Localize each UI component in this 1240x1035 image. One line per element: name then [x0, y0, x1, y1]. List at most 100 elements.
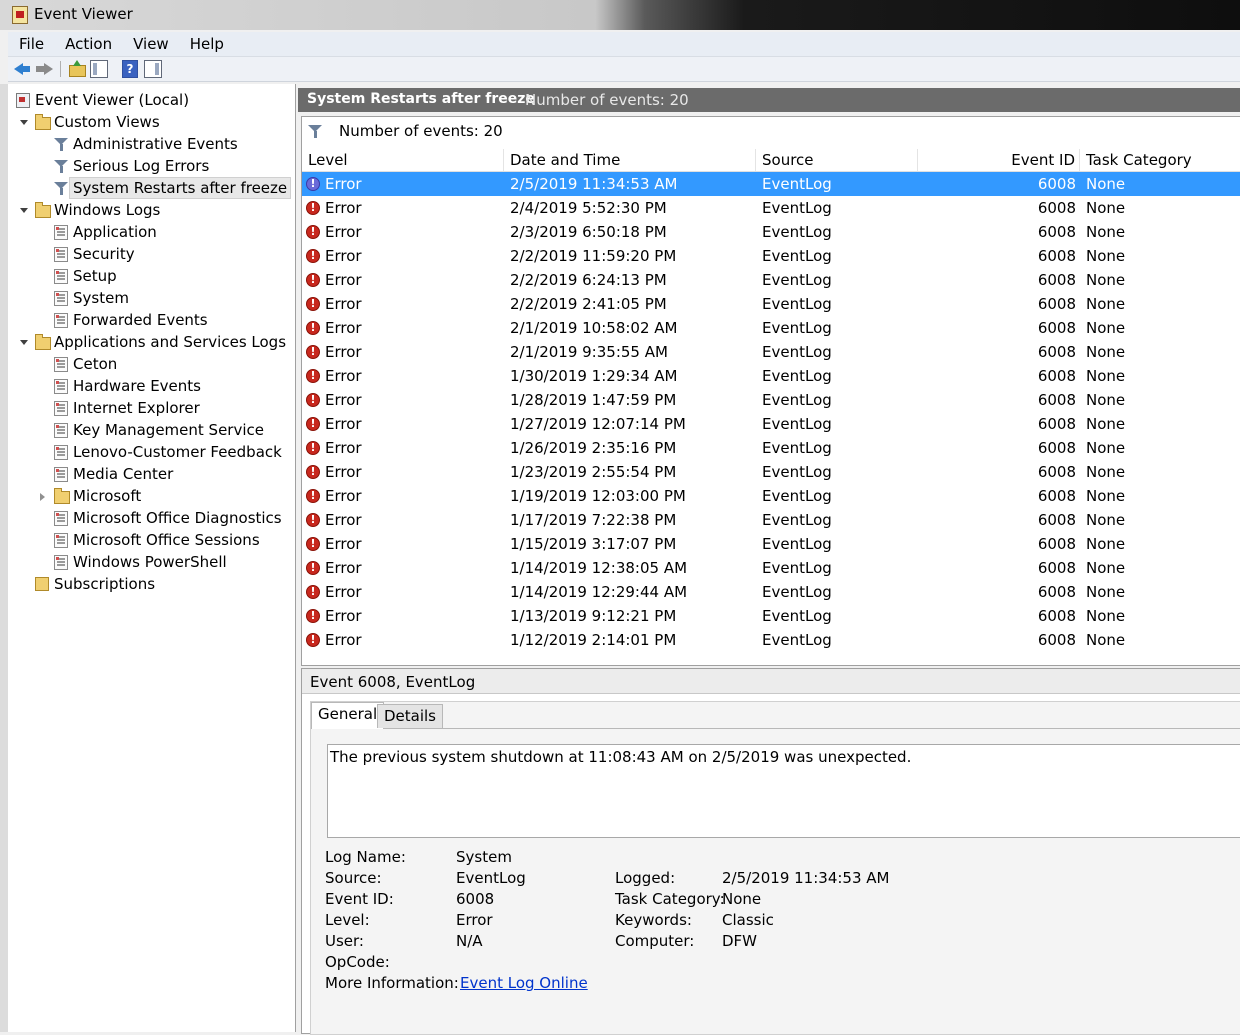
column-source[interactable]: Source	[756, 149, 918, 171]
log-icon	[54, 291, 68, 306]
expand-open-icon[interactable]	[20, 120, 28, 125]
table-row[interactable]: ! Error 2/5/2019 11:34:53 AM EventLog 6008 No…	[302, 172, 1240, 196]
cell-source: EventLog	[762, 583, 832, 601]
table-row[interactable]: ! Error 2/2/2019 11:59:20 PM EventLog 6008 No…	[302, 244, 1240, 268]
cell-level: Error	[325, 247, 362, 265]
cell-source: EventLog	[762, 559, 832, 577]
table-row[interactable]: ! Error 2/2/2019 2:41:05 PM EventLog 6008 Non…	[302, 292, 1240, 316]
error-icon: !	[306, 393, 320, 407]
show-hide-console-tree-icon[interactable]	[90, 60, 108, 78]
tab-general[interactable]: General	[311, 702, 385, 729]
value-logged[interactable]: 2/5/2019 11:34:53 AM	[722, 869, 889, 887]
value-log-name[interactable]: System	[456, 848, 512, 866]
cell-source: EventLog	[762, 223, 832, 241]
table-row[interactable]: ! Error 2/1/2019 9:35:55 AM EventLog 6008 Non…	[302, 340, 1240, 364]
table-row[interactable]: ! Error 1/17/2019 7:22:38 PM EventLog 6008 No…	[302, 508, 1240, 532]
value-task-category[interactable]: None	[722, 890, 761, 908]
cell-date-and-time: 1/28/2019 1:47:59 PM	[510, 391, 677, 409]
table-row[interactable]: ! Error 1/23/2019 2:55:54 PM EventLog 6008 No…	[302, 460, 1240, 484]
expand-open-icon[interactable]	[20, 340, 28, 345]
folder-icon	[35, 202, 51, 218]
tree-label: Microsoft Office Diagnostics	[73, 509, 282, 527]
cell-level: Error	[325, 439, 362, 457]
table-row[interactable]: ! Error 1/19/2019 12:03:00 PM EventLog 6008 N…	[302, 484, 1240, 508]
expand-closed-icon[interactable]	[40, 493, 45, 501]
label-opcode: OpCode:	[325, 953, 390, 971]
value-computer[interactable]: DFW	[722, 932, 757, 950]
cell-source: EventLog	[762, 511, 832, 529]
value-user[interactable]: N/A	[456, 932, 483, 950]
label-source: Source:	[325, 869, 382, 887]
cell-level: Error	[325, 631, 362, 649]
table-row[interactable]: ! Error 2/4/2019 5:52:30 PM EventLog 6008 Non…	[302, 196, 1240, 220]
value-source[interactable]: EventLog	[456, 869, 526, 887]
table-row[interactable]: ! Error 1/26/2019 2:35:16 PM EventLog 6008 No…	[302, 436, 1240, 460]
cell-task-category: None	[1086, 223, 1126, 241]
menu-view[interactable]: View	[122, 32, 179, 53]
filter-icon	[54, 181, 68, 195]
cell-level: Error	[325, 463, 362, 481]
value-event-id[interactable]: 6008	[456, 890, 494, 908]
table-row[interactable]: ! Error 1/14/2019 12:38:05 AM EventLog 6008 N…	[302, 556, 1240, 580]
event-log-online-link[interactable]: Event Log Online	[460, 974, 588, 992]
error-icon: !	[306, 489, 320, 503]
forward-arrow-icon[interactable]	[36, 60, 54, 78]
column-date-and-time[interactable]: Date and Time	[504, 149, 756, 171]
log-icon	[54, 445, 68, 460]
label-user: User:	[325, 932, 364, 950]
table-row[interactable]: ! Error 1/28/2019 1:47:59 PM EventLog 6008 No…	[302, 388, 1240, 412]
cell-level: Error	[325, 583, 362, 601]
detail-header: Event 6008, EventLog	[302, 669, 1240, 694]
filter-icon[interactable]	[308, 124, 322, 138]
table-row[interactable]: ! Error 1/30/2019 1:29:34 AM EventLog 6008 No…	[302, 364, 1240, 388]
tree-label: Key Management Service	[73, 421, 264, 439]
help-icon[interactable]: ?	[122, 60, 138, 78]
value-keywords[interactable]: Classic	[722, 911, 774, 929]
back-arrow-icon[interactable]	[14, 60, 32, 78]
cell-date-and-time: 2/2/2019 6:24:13 PM	[510, 271, 667, 289]
tree-label: Setup	[73, 267, 117, 285]
error-icon: !	[306, 609, 320, 623]
tree-label: Applications and Services Logs	[54, 333, 287, 351]
column-level[interactable]: Level	[302, 149, 504, 171]
event-message[interactable]: The previous system shutdown at 11:08:43…	[327, 744, 1240, 838]
cell-task-category: None	[1086, 415, 1126, 433]
error-icon: !	[306, 225, 320, 239]
table-row[interactable]: ! Error 2/2/2019 6:24:13 PM EventLog 6008 Non…	[302, 268, 1240, 292]
label-more-information: More Information:	[325, 974, 459, 992]
table-row[interactable]: ! Error 1/13/2019 9:12:21 PM EventLog 6008 No…	[302, 604, 1240, 628]
value-level[interactable]: Error	[456, 911, 493, 929]
cell-date-and-time: 1/15/2019 3:17:07 PM	[510, 535, 677, 553]
cell-date-and-time: 2/2/2019 11:59:20 PM	[510, 247, 677, 265]
column-task-category[interactable]: Task Category	[1080, 149, 1240, 171]
expand-open-icon[interactable]	[20, 208, 28, 213]
filter-count: Number of events: 20	[339, 122, 503, 140]
tree-label: Hardware Events	[73, 377, 201, 395]
cell-task-category: None	[1086, 583, 1126, 601]
show-hide-action-pane-icon[interactable]	[144, 60, 162, 78]
filter-icon	[54, 137, 68, 151]
table-row[interactable]: ! Error 1/27/2019 12:07:14 PM EventLog 6008 N…	[302, 412, 1240, 436]
folder-icon	[35, 334, 51, 350]
cell-level: Error	[325, 343, 362, 361]
menu-action[interactable]: Action	[54, 32, 122, 53]
menu-help[interactable]: Help	[179, 32, 234, 53]
menu-file[interactable]: File	[8, 32, 54, 53]
error-icon: !	[306, 369, 320, 383]
label-logged: Logged:	[615, 869, 676, 887]
log-icon	[54, 225, 68, 240]
main-pane: System Restarts after freeze Number of e…	[298, 86, 1240, 1035]
tab-details[interactable]: Details	[377, 704, 444, 728]
detail-title: Event 6008, EventLog	[310, 673, 476, 691]
up-folder-icon[interactable]	[68, 60, 86, 78]
cell-source: EventLog	[762, 343, 832, 361]
table-row[interactable]: ! Error 2/3/2019 6:50:18 PM EventLog 6008 Non…	[302, 220, 1240, 244]
table-row[interactable]: ! Error 2/1/2019 10:58:02 AM EventLog 6008 No…	[302, 316, 1240, 340]
cell-source: EventLog	[762, 367, 832, 385]
filter-icon	[54, 159, 68, 173]
table-row[interactable]: ! Error 1/15/2019 3:17:07 PM EventLog 6008 No…	[302, 532, 1240, 556]
detail-body: General Details The previous system shut…	[310, 701, 1240, 1035]
table-row[interactable]: ! Error 1/12/2019 2:14:01 PM EventLog 6008 No…	[302, 628, 1240, 652]
table-row[interactable]: ! Error 1/14/2019 12:29:44 AM EventLog 6008 N…	[302, 580, 1240, 604]
column-event-id[interactable]: Event ID	[918, 149, 1080, 171]
